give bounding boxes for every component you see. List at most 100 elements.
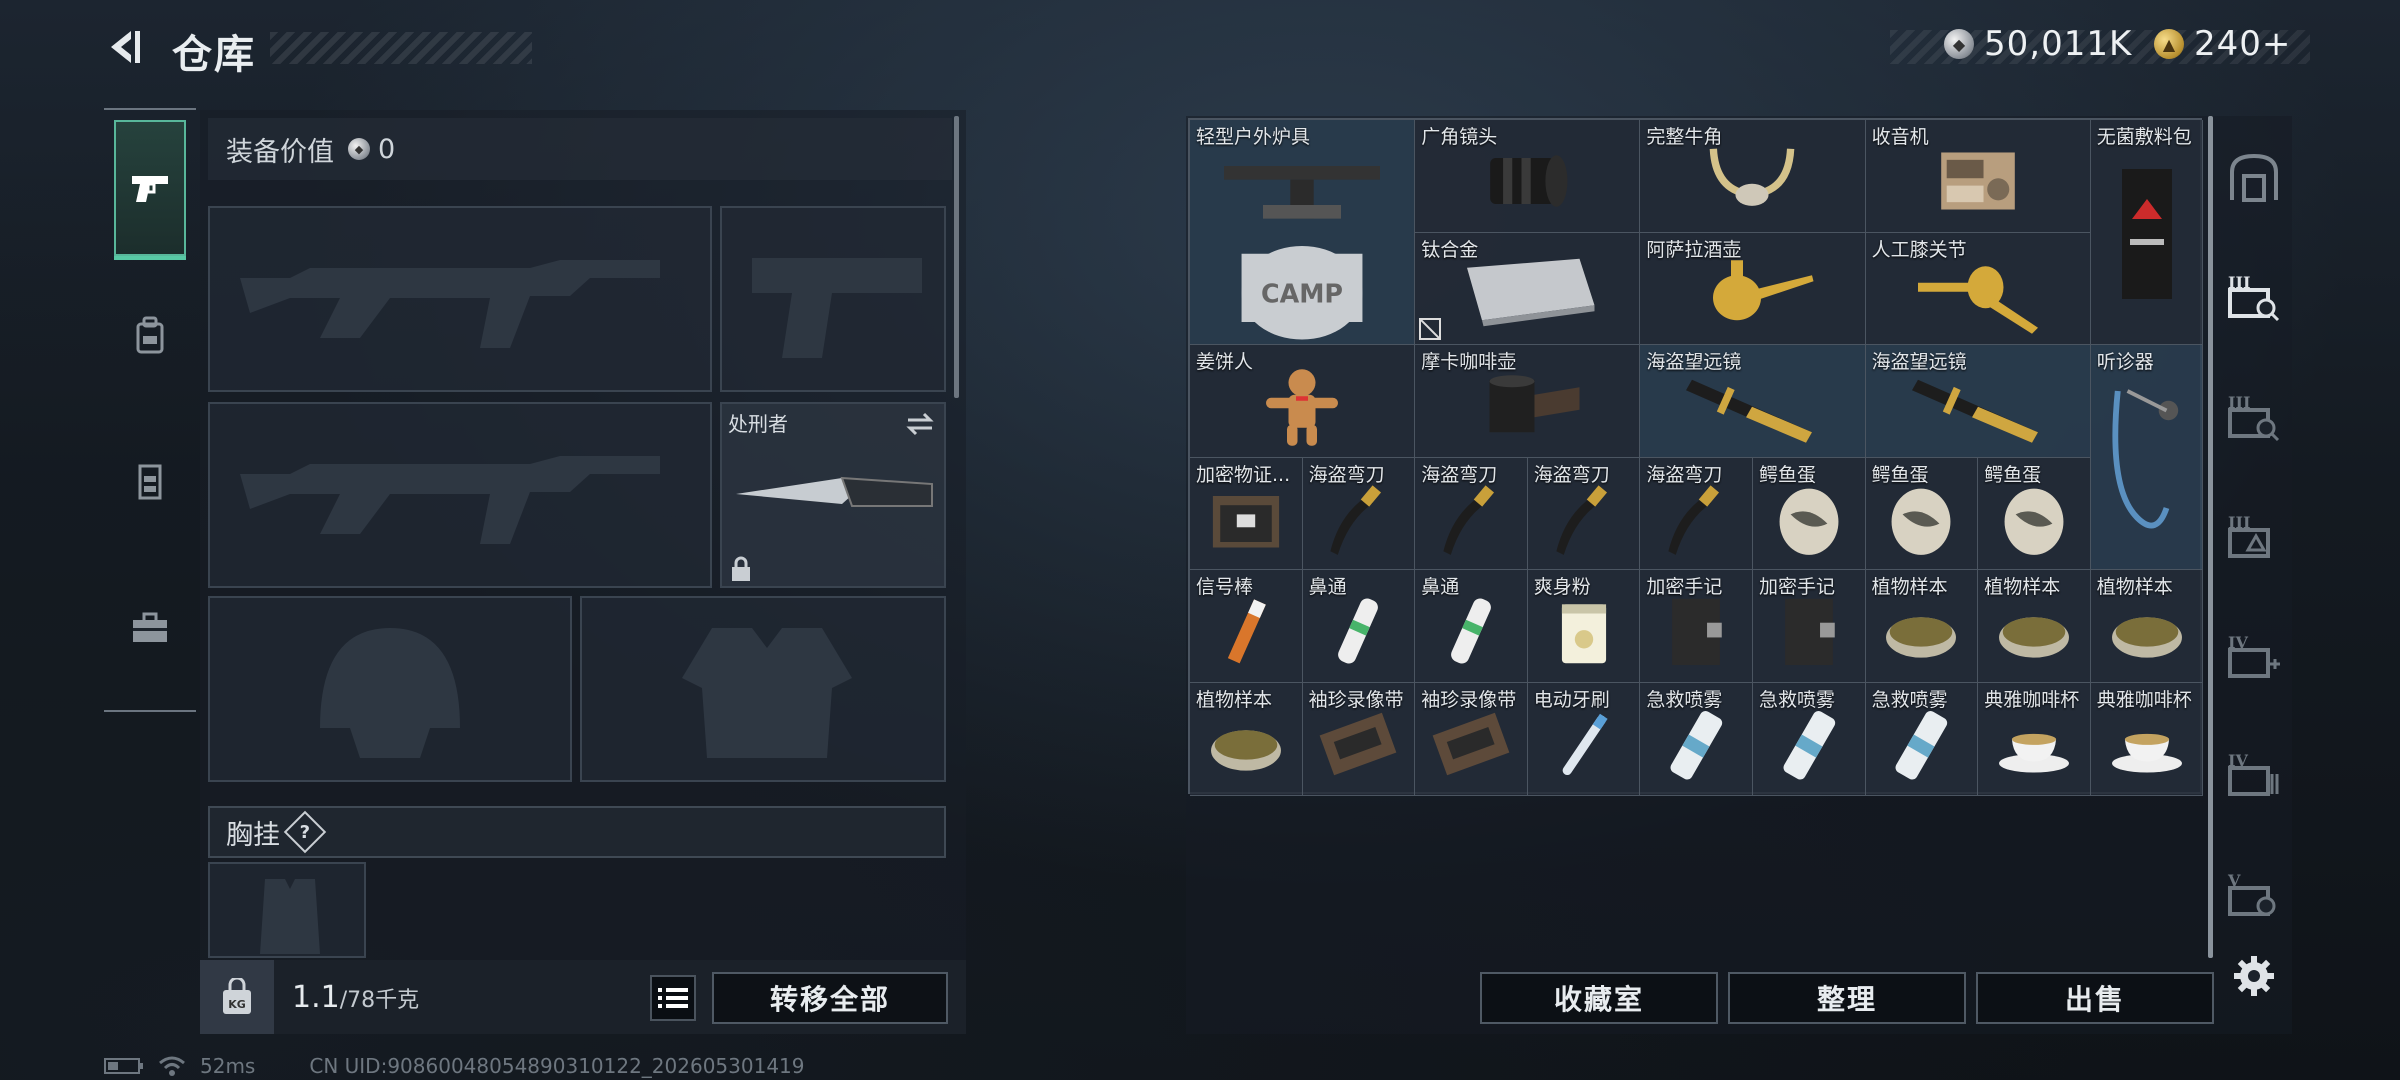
petri-dish-icon: [1988, 590, 2080, 677]
stash-item-knee-joint[interactable]: 人工膝关节: [1865, 232, 2091, 346]
spyglass-icon: [1677, 365, 1827, 452]
rail-stash-iv-b[interactable]: IV: [2226, 746, 2282, 802]
rail-safe-box[interactable]: [2226, 150, 2282, 206]
sidearm-slot[interactable]: [720, 206, 946, 392]
notebook-icon: [1763, 590, 1855, 677]
stash-item-evidence-case[interactable]: 加密物证...: [1190, 457, 1303, 571]
stash-item-teacup[interactable]: 典雅咖啡杯: [2090, 683, 2204, 796]
swap-icon[interactable]: [904, 410, 936, 438]
list-view-button[interactable]: [650, 975, 696, 1021]
stash-item-spyglass[interactable]: 海盗望远镜: [1865, 345, 2091, 458]
stash-item-spray-can[interactable]: 急救喷雾: [1865, 683, 1979, 796]
stash-item-gingerbread[interactable]: 姜饼人: [1190, 345, 1416, 458]
rail-stash-iii-b[interactable]: III: [2226, 388, 2282, 444]
rail-stash-iii-a[interactable]: III: [2226, 268, 2282, 324]
rail-stash-iv-a[interactable]: IV: [2226, 628, 2282, 684]
stash-item-dressing-pack[interactable]: 无菌敷料包: [2090, 120, 2204, 346]
titanium-plate-icon: [1452, 252, 1602, 339]
rail-tab-weapons[interactable]: [114, 120, 186, 260]
stash-item-label: 鳄鱼蛋: [1759, 463, 1817, 486]
rail-stash-v[interactable]: V: [2226, 866, 2282, 922]
stash-item-spyglass[interactable]: 海盗望远镜: [1640, 345, 1866, 458]
stash-item-label: 植物样本: [1984, 576, 2061, 599]
stash-item-cutlass[interactable]: 海盗弯刀: [1415, 457, 1528, 571]
equip-value-header: 装备价值 ◆ 0: [208, 118, 952, 180]
stash-item-notebook[interactable]: 加密手记: [1753, 570, 1866, 683]
rail-tab-toolbox[interactable]: [114, 560, 186, 696]
stash-item-label: 海盗弯刀: [1533, 463, 1610, 486]
list-icon: [658, 988, 688, 1008]
stash-item-cassette[interactable]: 袖珍录像带: [1302, 683, 1416, 796]
stash-item-moka-pot[interactable]: 摩卡咖啡壶: [1415, 345, 1641, 458]
stash-item-spray-can[interactable]: 急救喷雾: [1640, 683, 1753, 796]
cassette-icon: [1425, 703, 1517, 790]
stash-item-camera-lens[interactable]: 广角镜头: [1415, 120, 1641, 233]
stash-grid: 轻型户外炉具 CAMP 广角镜头 完整牛角 收音机 无菌敷料包 钛合金 阿萨拉酒壶 人工膝关节姜…: [1188, 118, 2204, 796]
rail-tab-vest[interactable]: [114, 414, 186, 550]
stash-iv-icon: IV: [2228, 751, 2279, 796]
stash-item-teacup[interactable]: 典雅咖啡杯: [1978, 683, 2091, 796]
weight-bag-button[interactable]: KG: [200, 960, 274, 1034]
stash-item-flare[interactable]: 信号棒: [1190, 570, 1303, 683]
stash-item-horns[interactable]: 完整牛角: [1640, 120, 1866, 233]
stash-item-cutlass[interactable]: 海盗弯刀: [1527, 457, 1641, 571]
primary-weapon-slot-2[interactable]: [208, 402, 712, 588]
stash-item-label: 加密手记: [1759, 576, 1836, 599]
vest-silhouette-icon: [260, 879, 320, 954]
primary-weapon-slot-1[interactable]: [208, 206, 712, 392]
rail-stash-iii-c[interactable]: III: [2226, 508, 2282, 564]
back-button[interactable]: [100, 22, 150, 72]
transfer-all-button[interactable]: 转移全部: [712, 972, 948, 1024]
stash-item-petri-dish[interactable]: 植物样本: [1865, 570, 1979, 683]
gold-pitcher-icon: [1677, 252, 1827, 339]
melee-slot[interactable]: 处刑者: [720, 402, 946, 588]
no-insurance-icon: [1419, 318, 1442, 341]
stethoscope-icon: [2098, 372, 2196, 570]
stash-item-stethoscope[interactable]: 听诊器: [2090, 345, 2204, 571]
stash-item-label: 信号棒: [1196, 576, 1254, 599]
stash-item-label: 鳄鱼蛋: [1984, 463, 2042, 486]
stash-item-cutlass[interactable]: 海盗弯刀: [1302, 457, 1416, 571]
cassette-icon: [1312, 703, 1404, 790]
stash-item-powder-tin[interactable]: 爽身粉: [1527, 570, 1641, 683]
stash-item-spray-can[interactable]: 急救喷雾: [1753, 683, 1866, 796]
stash-scrollbar[interactable]: [2208, 116, 2213, 958]
sort-button[interactable]: 整理: [1728, 972, 1966, 1024]
loadout-scrollbar[interactable]: [954, 116, 959, 398]
settings-button[interactable]: [2226, 948, 2282, 1004]
silver-currency[interactable]: ◆ 50,011K: [1944, 22, 2132, 66]
stash-item-inhaler[interactable]: 鼻通: [1415, 570, 1528, 683]
stash-item-petri-dish[interactable]: 植物样本: [2090, 570, 2204, 683]
vest-slot[interactable]: [208, 862, 366, 958]
stash-item-cutlass[interactable]: 海盗弯刀: [1640, 457, 1753, 571]
stash-item-egg[interactable]: 鳄鱼蛋: [1978, 457, 2091, 571]
toothbrush-icon: [1538, 703, 1630, 790]
stash-item-cassette[interactable]: 袖珍录像带: [1415, 683, 1528, 796]
armor-silhouette-icon: [682, 628, 852, 758]
help-icon[interactable]: ?: [283, 810, 327, 854]
stash-item-petri-dish[interactable]: 植物样本: [1190, 683, 1303, 796]
stash-item-titanium-plate[interactable]: 钛合金: [1415, 232, 1641, 346]
stash-item-label: 收音机: [1871, 126, 1929, 148]
uid-text: CN UID:90860048054890310122_202605301419: [309, 1054, 805, 1078]
stash-item-petri-dish[interactable]: 植物样本: [1978, 570, 2091, 683]
rail-tab-backpack[interactable]: [114, 268, 186, 404]
page-title: 仓库: [172, 32, 256, 78]
stash-item-radio[interactable]: 收音机: [1865, 120, 2091, 233]
silver-coin-icon: ◆: [1944, 29, 1974, 59]
stash-item-camp-stove[interactable]: 轻型户外炉具 CAMP: [1190, 120, 1416, 346]
armor-slot[interactable]: [580, 596, 946, 782]
stash-item-toothbrush[interactable]: 电动牙刷: [1527, 683, 1641, 796]
stash-item-egg[interactable]: 鳄鱼蛋: [1865, 457, 1979, 571]
collection-room-button[interactable]: 收藏室: [1480, 972, 1718, 1024]
back-arrow-icon: [111, 31, 140, 63]
stash-item-gold-pitcher[interactable]: 阿萨拉酒壶: [1640, 232, 1866, 346]
gold-currency[interactable]: ▲ 240+: [2154, 22, 2291, 66]
stash-item-egg[interactable]: 鳄鱼蛋: [1753, 457, 1866, 571]
stash-iii-icon: III: [2228, 513, 2270, 558]
evidence-case-icon: [1200, 477, 1292, 564]
helmet-slot[interactable]: [208, 596, 572, 782]
sell-button[interactable]: 出售: [1976, 972, 2214, 1024]
stash-item-inhaler[interactable]: 鼻通: [1302, 570, 1416, 683]
stash-item-notebook[interactable]: 加密手记: [1640, 570, 1753, 683]
